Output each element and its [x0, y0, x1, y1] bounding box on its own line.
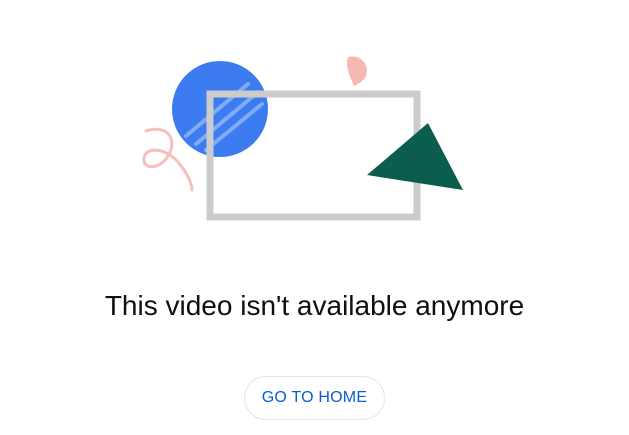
unavailable-video-page: This video isn't available anymore GO TO…	[0, 0, 629, 435]
error-message: This video isn't available anymore	[104, 290, 525, 321]
pink-petal-icon	[347, 56, 367, 86]
unavailable-illustration	[142, 56, 463, 221]
go-to-home-button[interactable]: GO TO HOME	[244, 376, 385, 420]
blue-circle-icon	[172, 61, 268, 157]
